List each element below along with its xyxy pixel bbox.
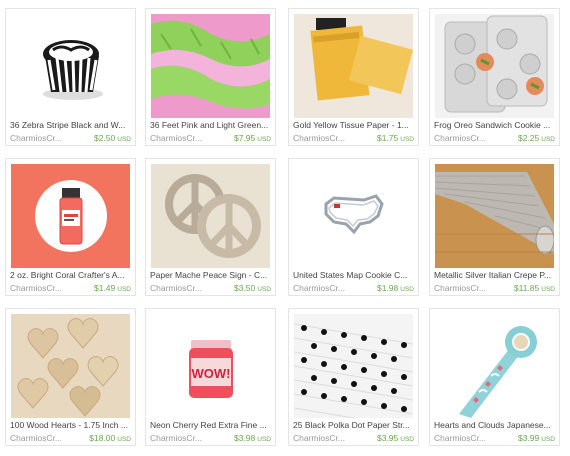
price-currency: USD xyxy=(117,436,131,443)
price-currency: USD xyxy=(400,436,414,443)
shop-name[interactable]: CharmiosCr... xyxy=(150,283,202,293)
price-amount: $3.50 xyxy=(233,283,256,293)
listing-title[interactable]: Metallic Silver Italian Crepe P... xyxy=(434,270,557,280)
listing-title[interactable]: Neon Cherry Red Extra Fine ... xyxy=(150,420,273,430)
listing-price: $2.25 USD xyxy=(518,133,555,143)
listing-card[interactable]: 2 oz. Bright Coral Crafter's A... Charmi… xyxy=(5,158,136,296)
listing-thumbnail[interactable] xyxy=(151,164,270,268)
price-currency: USD xyxy=(257,136,271,143)
price-amount: $3.98 xyxy=(233,433,256,443)
tissue-paper-image xyxy=(294,14,413,118)
listing-card[interactable]: Paper Mache Peace Sign - C... CharmiosCr… xyxy=(145,158,276,296)
listing-price: $1.49 USD xyxy=(94,283,131,293)
usa-cookie-cutter-image xyxy=(294,164,413,268)
coral-paint-image xyxy=(11,164,130,268)
listing-price: $1.98 USD xyxy=(377,283,414,293)
price-amount: $1.98 xyxy=(376,283,399,293)
listing-card[interactable]: 25 Black Polka Dot Paper Str... Charmios… xyxy=(288,308,419,446)
listing-card[interactable]: Frog Oreo Sandwich Cookie ... CharmiosCr… xyxy=(429,8,560,146)
shop-name[interactable]: CharmiosCr... xyxy=(10,133,62,143)
wow-jar-label: WOW! xyxy=(192,366,231,381)
listing-thumbnail[interactable] xyxy=(11,314,130,418)
listing-thumbnail[interactable] xyxy=(435,314,554,418)
listing-title[interactable]: United States Map Cookie C... xyxy=(293,270,416,280)
price-currency: USD xyxy=(541,436,555,443)
listing-thumbnail[interactable] xyxy=(294,164,413,268)
polka-dot-straws-image xyxy=(294,314,413,418)
listing-price: $3.50 USD xyxy=(234,283,271,293)
price-currency: USD xyxy=(541,286,555,293)
listing-price: $18.00 USD xyxy=(89,433,131,443)
listing-thumbnail[interactable] xyxy=(435,14,554,118)
shop-name[interactable]: CharmiosCr... xyxy=(293,283,345,293)
listing-card[interactable]: 36 Zebra Stripe Black and W... CharmiosC… xyxy=(5,8,136,146)
listing-thumbnail[interactable]: WOW! xyxy=(151,314,270,418)
price-amount: $1.75 xyxy=(376,133,399,143)
shop-name[interactable]: CharmiosCr... xyxy=(10,283,62,293)
price-currency: USD xyxy=(117,136,131,143)
listing-card[interactable]: WOW! Neon Cherry Red Extra Fine ... Char… xyxy=(145,308,276,446)
listing-thumbnail[interactable] xyxy=(294,314,413,418)
listing-price: $1.75 USD xyxy=(377,133,414,143)
price-amount: $3.99 xyxy=(517,433,540,443)
listing-title[interactable]: Hearts and Clouds Japanese... xyxy=(434,420,557,430)
price-currency: USD xyxy=(117,286,131,293)
listing-title[interactable]: Gold Yellow Tissue Paper - 1... xyxy=(293,120,416,130)
listing-price: $2.50 USD xyxy=(94,133,131,143)
shop-name[interactable]: CharmiosCr... xyxy=(434,433,486,443)
listing-price: $3.95 USD xyxy=(377,433,414,443)
price-amount: $2.50 xyxy=(93,133,116,143)
price-amount: $18.00 xyxy=(89,433,116,443)
embossing-powder-jar-image: WOW! xyxy=(151,314,270,418)
washi-tape-image xyxy=(435,314,554,418)
listing-card[interactable]: Gold Yellow Tissue Paper - 1... Charmios… xyxy=(288,8,419,146)
listing-thumbnail[interactable] xyxy=(435,164,554,268)
price-currency: USD xyxy=(400,136,414,143)
shop-name[interactable]: CharmiosCr... xyxy=(434,283,486,293)
listing-price: $7.95 USD xyxy=(234,133,271,143)
peace-sign-image xyxy=(151,164,270,268)
listing-price: $11.85 USD xyxy=(514,283,555,293)
shop-name[interactable]: CharmiosCr... xyxy=(293,433,345,443)
price-currency: USD xyxy=(257,286,271,293)
price-currency: USD xyxy=(257,436,271,443)
listing-card[interactable]: Hearts and Clouds Japanese... CharmiosCr… xyxy=(429,308,560,446)
listing-title[interactable]: 36 Zebra Stripe Black and W... xyxy=(10,120,133,130)
zebra-cupcake-liners-image xyxy=(11,14,130,118)
listing-title[interactable]: Paper Mache Peace Sign - C... xyxy=(150,270,273,280)
price-currency: USD xyxy=(400,286,414,293)
silver-crepe-paper-image xyxy=(435,164,554,268)
listing-thumbnail[interactable] xyxy=(11,164,130,268)
price-amount: $11.85 xyxy=(513,283,540,293)
listing-card[interactable]: Metallic Silver Italian Crepe P... Charm… xyxy=(429,158,560,296)
shop-name[interactable]: CharmiosCr... xyxy=(150,433,202,443)
price-amount: $2.25 xyxy=(517,133,540,143)
price-amount: $3.95 xyxy=(376,433,399,443)
listing-title[interactable]: 100 Wood Hearts - 1.75 Inch ... xyxy=(10,420,133,430)
listing-thumbnail[interactable] xyxy=(151,14,270,118)
listing-thumbnail[interactable] xyxy=(294,14,413,118)
listing-price: $3.99 USD xyxy=(518,433,555,443)
wood-hearts-image xyxy=(11,314,130,418)
listing-grid: 36 Zebra Stripe Black and W... CharmiosC… xyxy=(5,8,565,448)
shop-name[interactable]: CharmiosCr... xyxy=(150,133,202,143)
listing-title[interactable]: Frog Oreo Sandwich Cookie ... xyxy=(434,120,557,130)
listing-title[interactable]: 2 oz. Bright Coral Crafter's A... xyxy=(10,270,133,280)
listing-title[interactable]: 36 Feet Pink and Light Green... xyxy=(150,120,273,130)
price-currency: USD xyxy=(541,136,555,143)
shop-name[interactable]: CharmiosCr... xyxy=(434,133,486,143)
listing-thumbnail[interactable] xyxy=(11,14,130,118)
shop-name[interactable]: CharmiosCr... xyxy=(10,433,62,443)
price-amount: $7.95 xyxy=(233,133,256,143)
listing-title[interactable]: 25 Black Polka Dot Paper Str... xyxy=(293,420,416,430)
crepe-streamers-image xyxy=(151,14,270,118)
shop-name[interactable]: CharmiosCr... xyxy=(293,133,345,143)
listing-card[interactable]: 100 Wood Hearts - 1.75 Inch ... Charmios… xyxy=(5,308,136,446)
listing-price: $3.98 USD xyxy=(234,433,271,443)
listing-card[interactable]: 36 Feet Pink and Light Green... Charmios… xyxy=(145,8,276,146)
cookie-mold-image xyxy=(435,14,554,118)
price-amount: $1.49 xyxy=(93,283,116,293)
listing-card[interactable]: United States Map Cookie C... CharmiosCr… xyxy=(288,158,419,296)
